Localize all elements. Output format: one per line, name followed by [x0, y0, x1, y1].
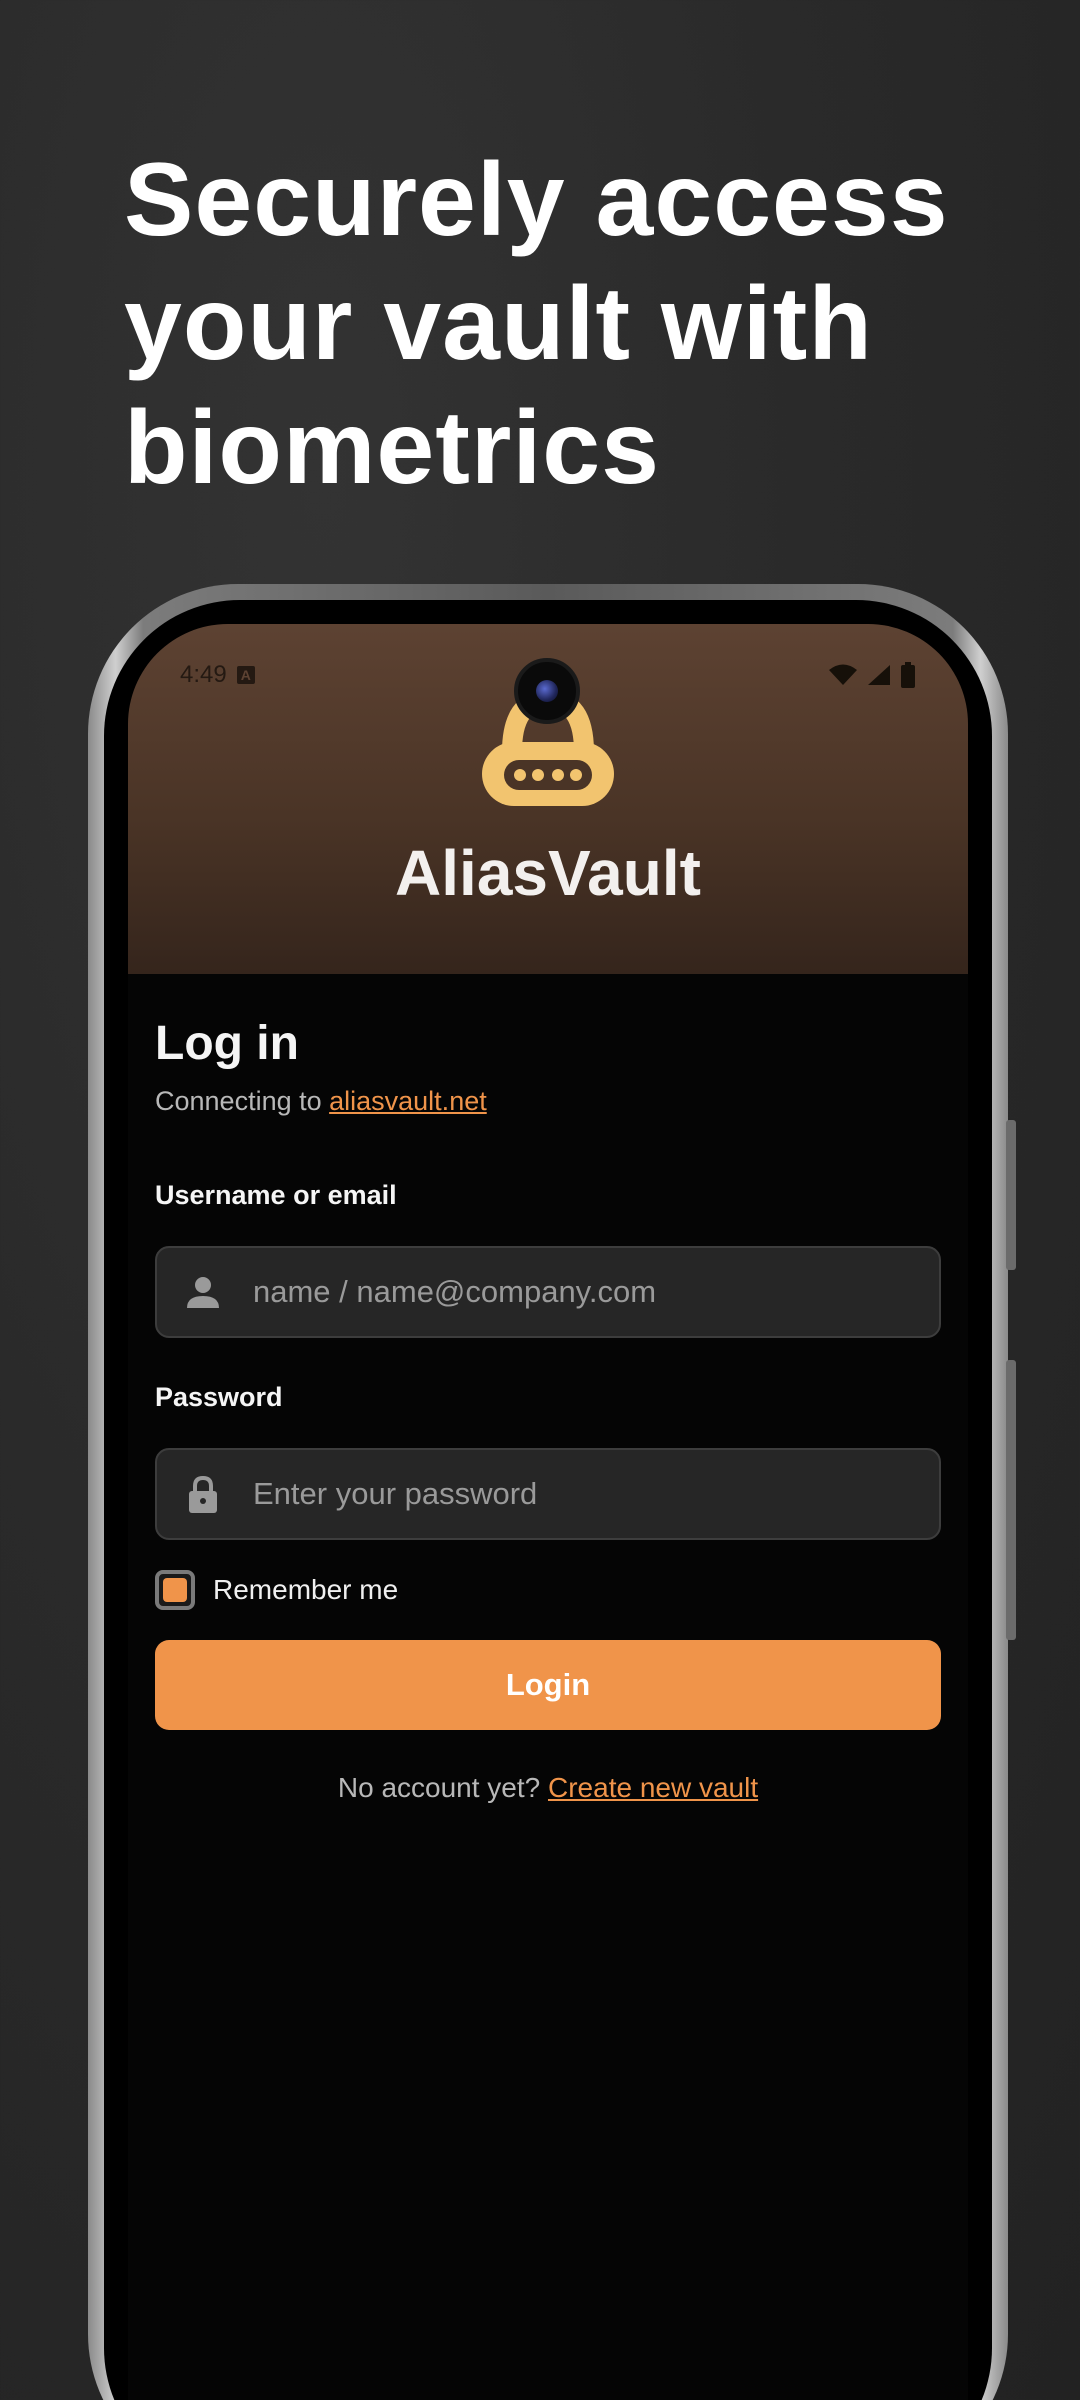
app-title: AliasVault: [395, 837, 701, 909]
signup-prefix: No account yet?: [337, 1772, 548, 1803]
remember-checkbox[interactable]: [155, 1570, 195, 1610]
remember-label: Remember me: [213, 1574, 399, 1605]
password-label: Password: [155, 1382, 283, 1412]
phone-screen: 4:49 A AliasVault Log in Connecting to a…: [128, 624, 968, 2400]
checkbox-fill: [163, 1578, 187, 1602]
battery-icon: [901, 662, 915, 688]
username-input[interactable]: [253, 1274, 939, 1310]
username-label: Username or email: [155, 1180, 397, 1210]
front-camera: [514, 658, 580, 724]
power-button: [1006, 1360, 1016, 1640]
volume-button: [1006, 1120, 1016, 1270]
username-field[interactable]: [155, 1246, 941, 1338]
remember-me[interactable]: Remember me: [155, 1570, 398, 1610]
password-field[interactable]: [155, 1448, 941, 1540]
create-vault-link[interactable]: Create new vault: [548, 1772, 758, 1803]
user-icon: [187, 1277, 219, 1308]
login-button[interactable]: Login: [155, 1640, 941, 1730]
wifi-icon: [829, 664, 857, 685]
lock-icon: [189, 1475, 217, 1513]
connecting-text: Connecting to aliasvault.net: [155, 1086, 487, 1117]
server-link[interactable]: aliasvault.net: [329, 1086, 487, 1116]
password-input[interactable]: [253, 1476, 939, 1512]
signup-text: No account yet? Create new vault: [155, 1772, 941, 1804]
signal-icon: [868, 665, 890, 685]
page-title: Log in: [155, 1017, 299, 1070]
notification-a-icon: A: [236, 666, 255, 684]
promo-headline: Securely access your vault with biometri…: [124, 142, 949, 506]
status-time: 4:49: [180, 661, 227, 688]
connecting-prefix: Connecting to: [155, 1086, 330, 1116]
